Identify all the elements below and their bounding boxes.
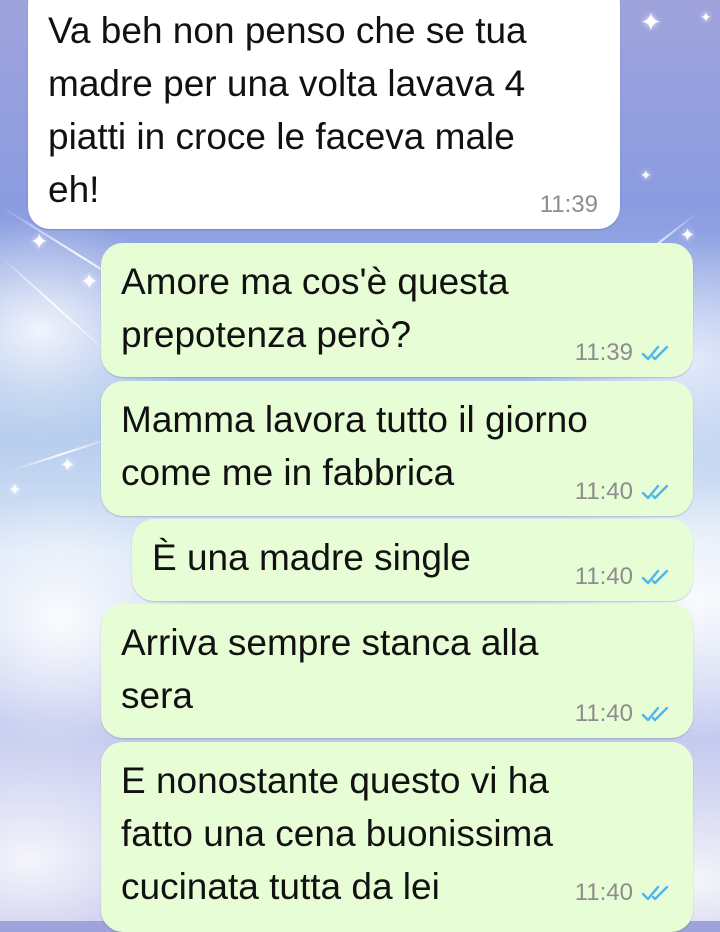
message-timestamp: 11:40 xyxy=(574,879,633,906)
double-check-icon xyxy=(641,706,669,722)
message-meta: 11:40 xyxy=(575,700,673,728)
outgoing-message-bubble[interactable]: Mamma lavora tutto il giorno come me in … xyxy=(101,381,693,516)
outgoing-message-bubble[interactable]: Amore ma cos'è questa prepotenza però? 1… xyxy=(101,243,693,377)
message-timestamp: 11:39 xyxy=(574,339,633,366)
message-text: E nonostante questo vi ha fatto una cena… xyxy=(121,760,553,907)
message-text: Arriva sempre stanca alla sera xyxy=(121,622,539,716)
sparkle-icon: ✦ xyxy=(680,225,696,246)
outgoing-message-bubble[interactable]: Arriva sempre stanca alla sera 11:40 xyxy=(101,604,693,738)
sparkle-icon: ✦ xyxy=(700,10,712,26)
message-timestamp: 11:40 xyxy=(574,563,633,590)
double-check-icon xyxy=(641,345,669,361)
outgoing-message-bubble[interactable]: È una madre single 11:40 xyxy=(132,519,693,601)
sparkle-icon: ✦ xyxy=(80,270,99,295)
sparkle-icon: ✦ xyxy=(60,455,76,476)
message-meta: 11:40 xyxy=(575,879,673,907)
sparkle-icon: ✦ xyxy=(640,168,652,184)
message-text: Mamma lavora tutto il giorno come me in … xyxy=(121,399,588,493)
message-timestamp: 11:40 xyxy=(574,478,633,505)
message-timestamp: 11:39 xyxy=(539,191,598,218)
message-text: Amore ma cos'è questa prepotenza però? xyxy=(121,261,509,355)
sparkle-icon: ✦ xyxy=(640,8,662,38)
message-meta: 11:39 xyxy=(540,191,598,219)
message-timestamp: 11:40 xyxy=(574,700,633,727)
incoming-message-bubble[interactable]: Va beh non penso che se tua madre per un… xyxy=(28,0,620,229)
sparkle-icon: ✦ xyxy=(30,230,49,255)
message-text: Va beh non penso che se tua madre per un… xyxy=(48,10,527,210)
double-check-icon xyxy=(641,484,669,500)
double-check-icon xyxy=(641,569,669,585)
sparkle-icon: ✦ xyxy=(8,480,22,499)
chat-screen: { "messages": [ { "direction": "incoming… xyxy=(0,0,720,932)
message-text: È una madre single xyxy=(152,537,471,578)
message-meta: 11:40 xyxy=(575,563,673,591)
outgoing-message-bubble[interactable]: E nonostante questo vi ha fatto una cena… xyxy=(101,742,693,932)
double-check-icon xyxy=(641,885,669,901)
message-meta: 11:39 xyxy=(575,339,673,367)
message-meta: 11:40 xyxy=(575,478,673,506)
